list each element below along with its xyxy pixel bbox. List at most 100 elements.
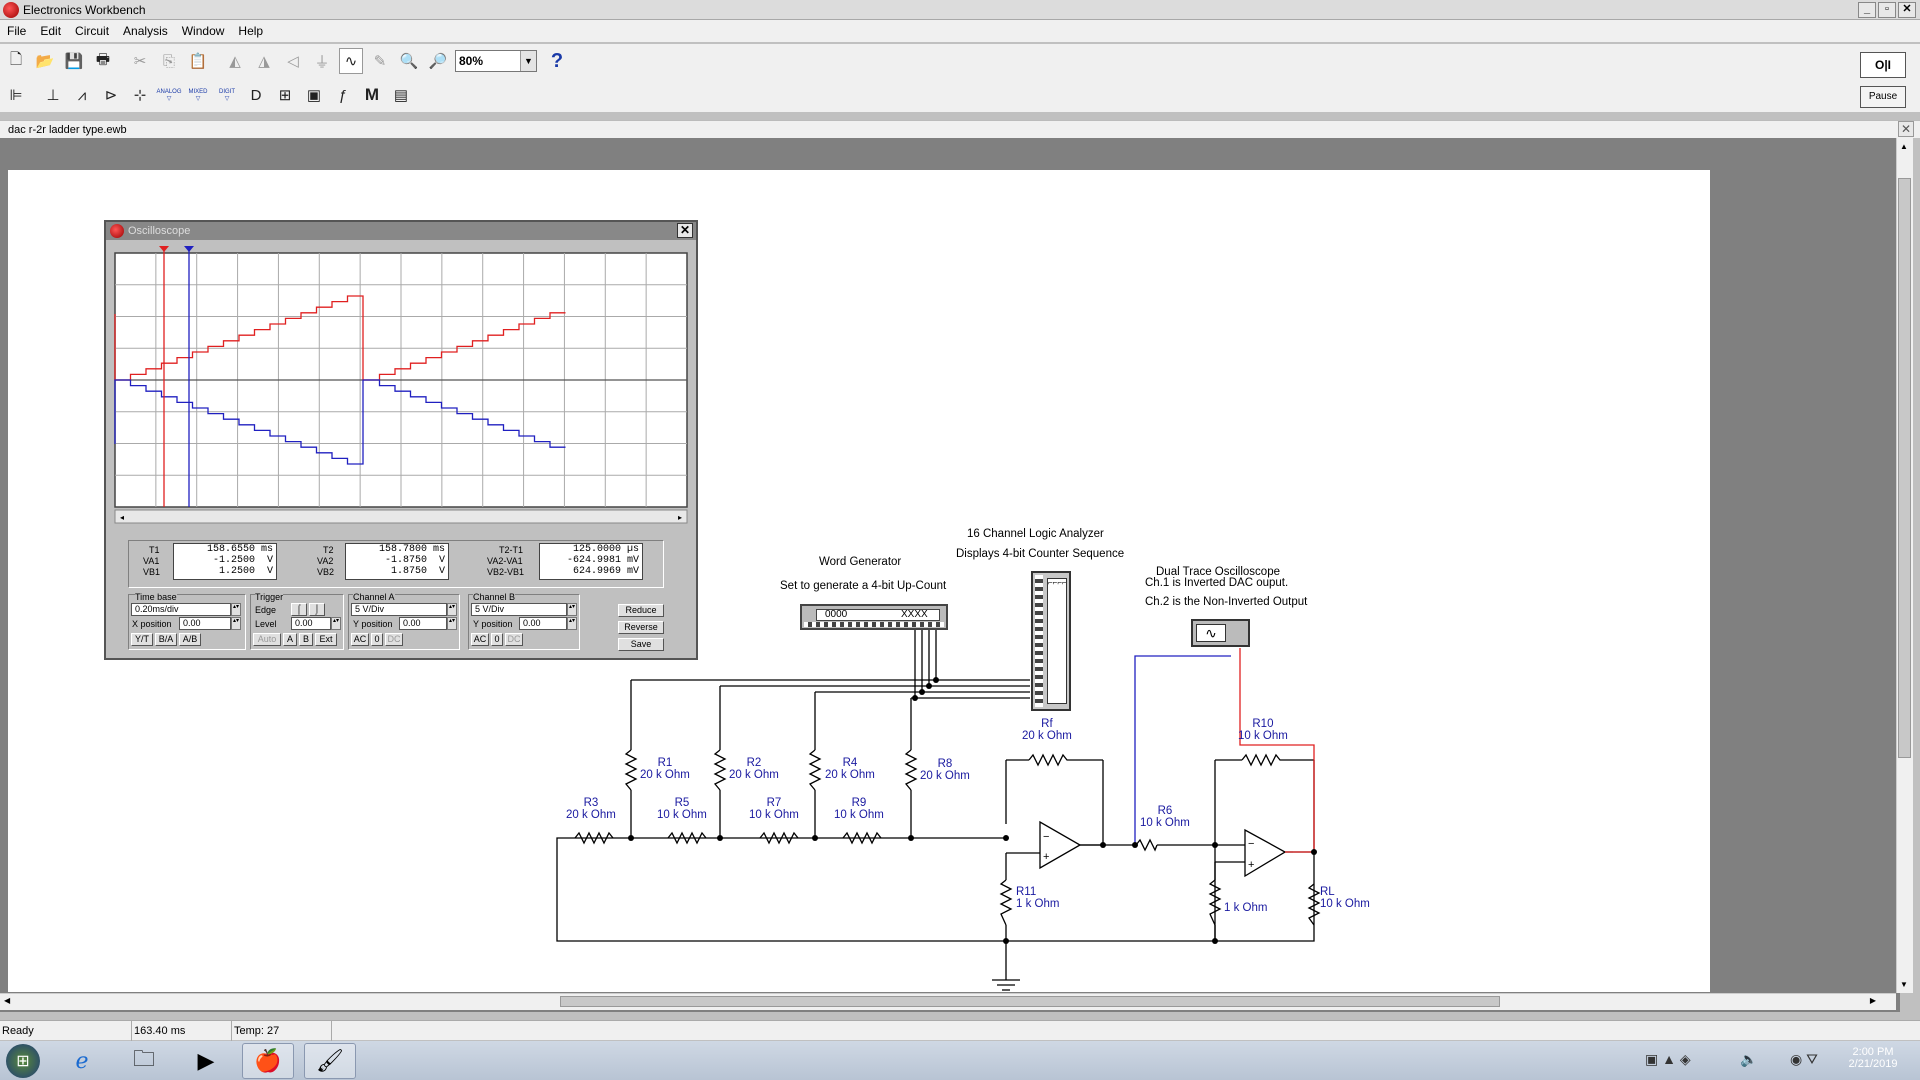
- channel-b-ypos-input[interactable]: 0.00: [519, 617, 567, 630]
- channel-b-zero-button[interactable]: 0: [491, 633, 503, 646]
- volume-icon[interactable]: 🔈: [1740, 1051, 1757, 1068]
- indicators-bin-icon[interactable]: ▣: [302, 82, 326, 108]
- electronics-workbench-taskbar-icon[interactable]: 🍎: [242, 1042, 294, 1079]
- timebase-spinner[interactable]: ▴▾: [231, 603, 241, 616]
- scroll-up-icon[interactable]: ▲: [1900, 142, 1908, 151]
- rising-edge-icon[interactable]: ⌠: [291, 603, 307, 616]
- media-player-icon[interactable]: ▶: [180, 1043, 232, 1079]
- new-file-icon[interactable]: 🗋: [4, 48, 28, 74]
- document-close-icon[interactable]: ✕: [1898, 121, 1914, 137]
- oscilloscope-window[interactable]: Oscilloscope ✕ ◂ ▸ T1 VA1 VB1 158.6550 m…: [104, 220, 698, 660]
- zoom-in-icon[interactable]: 🔎: [426, 48, 450, 74]
- channel-a-scale-spinner[interactable]: ▴▾: [447, 603, 457, 616]
- flip-horizontal-icon[interactable]: ◮: [252, 48, 276, 74]
- oscilloscope-instrument[interactable]: ∿: [1191, 619, 1250, 647]
- favorites-bin-icon[interactable]: ⊫: [4, 82, 28, 108]
- vertical-scroll-thumb[interactable]: [1898, 178, 1911, 758]
- zoom-out-icon[interactable]: 🔍: [397, 48, 421, 74]
- yt-mode-button[interactable]: Y/T: [131, 633, 153, 646]
- timebase-input[interactable]: 0.20ms/div: [131, 603, 231, 616]
- analog-ics-bin-icon[interactable]: ANALOG ▽: [157, 82, 182, 108]
- restore-button[interactable]: ▫: [1878, 2, 1896, 18]
- network-icon[interactable]: ◉ ⛛: [1790, 1051, 1818, 1068]
- menu-circuit[interactable]: Circuit: [68, 24, 116, 38]
- internet-explorer-icon[interactable]: ℯ: [56, 1043, 108, 1079]
- channel-a-scale-input[interactable]: 5 V/Div: [351, 603, 447, 616]
- digital-bin-icon[interactable]: ⊞: [273, 82, 297, 108]
- transistors-bin-icon[interactable]: ⊹: [128, 82, 152, 108]
- flip-vertical-icon[interactable]: ◁: [281, 48, 305, 74]
- logic-gates-bin-icon[interactable]: D: [244, 82, 268, 108]
- menu-edit[interactable]: Edit: [33, 24, 68, 38]
- scroll-right-icon[interactable]: ▶: [1870, 996, 1876, 1005]
- oscilloscope-scroll-left-icon[interactable]: ◂: [120, 513, 124, 522]
- trigger-ext-button[interactable]: Ext: [315, 633, 337, 646]
- file-explorer-icon[interactable]: 🗀: [118, 1043, 170, 1079]
- miscellaneous-bin-icon[interactable]: M: [360, 82, 384, 108]
- reverse-button[interactable]: Reverse: [618, 621, 664, 634]
- channel-b-scale-input[interactable]: 5 V/Div: [471, 603, 567, 616]
- tray-icons[interactable]: ▣ ▲ ◈: [1645, 1051, 1691, 1068]
- xposition-input[interactable]: 0.00: [179, 617, 231, 630]
- trigger-a-button[interactable]: A: [283, 633, 297, 646]
- channel-a-dc-button[interactable]: DC: [385, 633, 403, 646]
- ab-mode-button[interactable]: A/B: [179, 633, 201, 646]
- component-properties-icon[interactable]: ⏚: [310, 48, 334, 74]
- sources-bin-icon[interactable]: ⊥: [41, 82, 65, 108]
- pause-button[interactable]: Pause: [1860, 86, 1906, 108]
- trigger-b-button[interactable]: B: [299, 633, 313, 646]
- help-icon[interactable]: ?: [545, 48, 569, 74]
- channel-a-ypos-input[interactable]: 0.00: [399, 617, 447, 630]
- xposition-spinner[interactable]: ▴▾: [231, 617, 241, 630]
- word-generator-instrument[interactable]: 0000 XXXX: [800, 604, 948, 630]
- channel-a-zero-button[interactable]: 0: [371, 633, 383, 646]
- horizontal-scrollbar[interactable]: ◀ ▶: [0, 993, 1896, 1010]
- ba-mode-button[interactable]: B/A: [155, 633, 177, 646]
- menu-analysis[interactable]: Analysis: [116, 24, 175, 38]
- minimize-button[interactable]: _: [1858, 2, 1876, 18]
- menu-window[interactable]: Window: [175, 24, 232, 38]
- scroll-left-icon[interactable]: ◀: [4, 996, 10, 1005]
- channel-a-ypos-spinner[interactable]: ▴▾: [447, 617, 457, 630]
- copy-icon[interactable]: ⎘: [157, 48, 181, 74]
- paint-taskbar-icon[interactable]: 🖌: [304, 1042, 356, 1079]
- save-button[interactable]: Save: [618, 638, 664, 651]
- falling-edge-icon[interactable]: ⌡: [309, 603, 325, 616]
- rotate-icon[interactable]: ◭: [223, 48, 247, 74]
- save-icon[interactable]: 💾: [62, 48, 86, 74]
- chevron-down-icon[interactable]: ▼: [520, 51, 536, 71]
- level-spinner[interactable]: ▴▾: [331, 617, 341, 630]
- tray-clock[interactable]: 2:00 PM 2/21/2019: [1838, 1046, 1908, 1070]
- controls-bin-icon[interactable]: ƒ: [331, 82, 355, 108]
- channel-b-scale-spinner[interactable]: ▴▾: [567, 603, 577, 616]
- horizontal-scroll-thumb[interactable]: [560, 996, 1500, 1007]
- cut-icon[interactable]: ✂: [128, 48, 152, 74]
- paste-icon[interactable]: 📋: [186, 48, 210, 74]
- basic-bin-icon[interactable]: ⩘: [70, 82, 94, 108]
- zoom-select[interactable]: 80% ▼: [455, 50, 537, 72]
- channel-b-ac-button[interactable]: AC: [471, 633, 489, 646]
- instruments-bin-icon[interactable]: ▤: [389, 82, 413, 108]
- oscilloscope-close-icon[interactable]: ✕: [677, 223, 693, 238]
- oscilloscope-screen[interactable]: ◂ ▸: [112, 244, 690, 542]
- vertical-scrollbar[interactable]: ▲ ▼: [1896, 138, 1913, 993]
- channel-b-ypos-spinner[interactable]: ▴▾: [567, 617, 577, 630]
- mixed-ics-bin-icon[interactable]: MIXED ▽: [186, 82, 210, 108]
- close-button[interactable]: ✕: [1898, 2, 1916, 18]
- print-icon[interactable]: 🖶: [91, 48, 115, 74]
- menu-help[interactable]: Help: [231, 24, 270, 38]
- level-input[interactable]: 0.00: [291, 617, 331, 630]
- reduce-button[interactable]: Reduce: [618, 604, 664, 617]
- menu-file[interactable]: File: [0, 24, 33, 38]
- logic-analyzer-instrument[interactable]: ⌐⌐⌐⌐⌐⌐⌐⌐⌐⌐⌐⌐⌐⌐⌐⌐⌐⌐: [1031, 571, 1071, 711]
- oscilloscope-hscroll[interactable]: [114, 509, 688, 524]
- open-folder-icon[interactable]: 📂: [33, 48, 57, 74]
- diodes-bin-icon[interactable]: ⊳: [99, 82, 123, 108]
- channel-b-dc-button[interactable]: DC: [505, 633, 523, 646]
- scroll-down-icon[interactable]: ▼: [1900, 980, 1908, 989]
- digital-ics-bin-icon[interactable]: DIGIT ▽: [215, 82, 239, 108]
- create-subcircuit-icon[interactable]: ✎: [368, 48, 392, 74]
- auto-trigger-button[interactable]: Auto: [253, 633, 281, 646]
- oscilloscope-scroll-right-icon[interactable]: ▸: [678, 513, 682, 522]
- start-button[interactable]: ⊞: [0, 1043, 46, 1079]
